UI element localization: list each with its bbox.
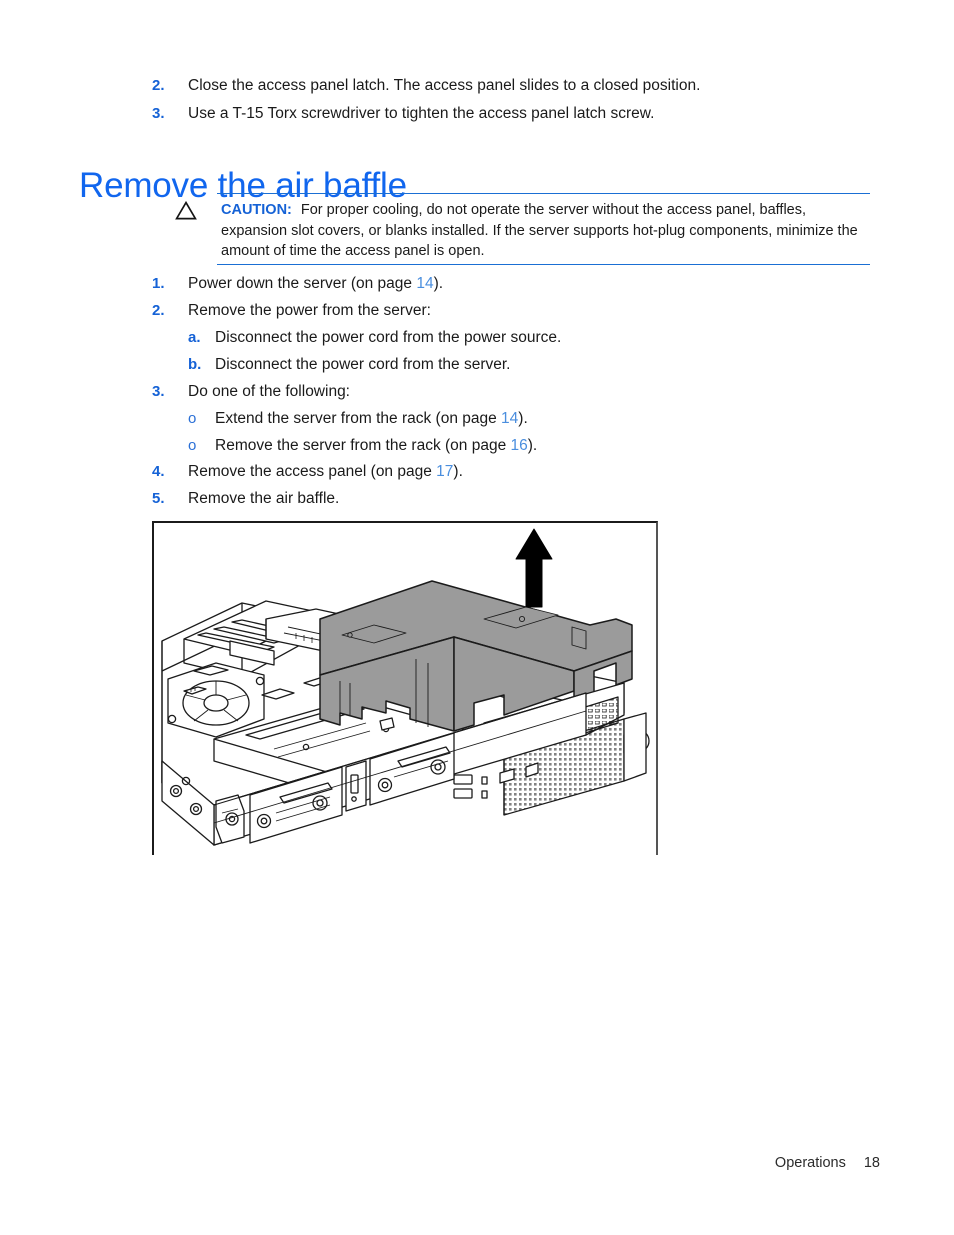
caution-bottom-rule bbox=[217, 264, 870, 265]
list-item: b. Disconnect the power cord from the se… bbox=[188, 355, 888, 374]
list-text: Remove the server from the rack (on page… bbox=[215, 437, 538, 454]
page-reference[interactable]: 17 bbox=[436, 463, 453, 480]
list-marker: 4. bbox=[152, 463, 165, 480]
list-marker: 1. bbox=[152, 275, 165, 292]
list-text: Remove the access panel (on page 17). bbox=[188, 463, 463, 480]
page-reference[interactable]: 14 bbox=[416, 275, 433, 292]
page-reference[interactable]: 16 bbox=[511, 437, 528, 454]
list-item: 4. Remove the access panel (on page 17). bbox=[152, 462, 852, 481]
list-text: Do one of the following: bbox=[188, 383, 350, 400]
air-baffle-removal-illustration bbox=[152, 521, 658, 855]
server-line-art bbox=[161, 528, 650, 846]
caution-label: CAUTION: bbox=[221, 202, 292, 218]
list-text: Disconnect the power cord from the power… bbox=[215, 329, 562, 346]
list-item: 5. Remove the air baffle. bbox=[152, 489, 852, 508]
list-item: 2. Remove the power from the server: bbox=[152, 301, 852, 320]
list-marker: a. bbox=[188, 329, 201, 346]
list-marker: 2. bbox=[152, 302, 165, 319]
list-text: Extend the server from the rack (on page… bbox=[215, 410, 528, 427]
list-item: o Remove the server from the rack (on pa… bbox=[188, 436, 888, 455]
list-marker: o bbox=[188, 437, 197, 454]
list-item: 3. Use a T-15 Torx screwdriver to tighte… bbox=[152, 104, 912, 123]
list-item: o Extend the server from the rack (on pa… bbox=[188, 409, 888, 428]
list-marker: 5. bbox=[152, 490, 165, 507]
caution-top-rule bbox=[217, 193, 870, 194]
caution-text: For proper cooling, do not operate the s… bbox=[221, 202, 858, 259]
list-text: Close the access panel latch. The access… bbox=[188, 77, 701, 94]
list-item: 3. Do one of the following: bbox=[152, 382, 852, 401]
page-footer: Operations 18 bbox=[0, 1155, 880, 1171]
list-marker: 3. bbox=[152, 383, 165, 400]
footer-section: Operations bbox=[774, 1155, 846, 1171]
list-text: Disconnect the power cord from the serve… bbox=[215, 356, 511, 373]
list-marker: o bbox=[188, 410, 197, 427]
list-text: Power down the server (on page 14). bbox=[188, 275, 444, 292]
list-text: Remove the air baffle. bbox=[188, 490, 340, 507]
list-marker: b. bbox=[188, 356, 202, 373]
list-item: a. Disconnect the power cord from the po… bbox=[188, 328, 888, 347]
list-text: Remove the power from the server: bbox=[188, 302, 431, 319]
list-item: 2. Close the access panel latch. The acc… bbox=[152, 76, 912, 95]
list-item: 1. Power down the server (on page 14). bbox=[152, 274, 852, 293]
page-reference[interactable]: 14 bbox=[501, 410, 518, 427]
footer-page-number: 18 bbox=[863, 1155, 880, 1171]
list-marker: 3. bbox=[152, 105, 165, 122]
document-page: 2. Close the access panel latch. The acc… bbox=[0, 0, 954, 1235]
caution-note: CAUTION: For proper cooling, do not opera… bbox=[221, 200, 871, 262]
list-text: Use a T-15 Torx screwdriver to tighten t… bbox=[188, 105, 655, 122]
list-marker: 2. bbox=[152, 77, 165, 94]
warning-triangle-icon bbox=[175, 201, 197, 220]
